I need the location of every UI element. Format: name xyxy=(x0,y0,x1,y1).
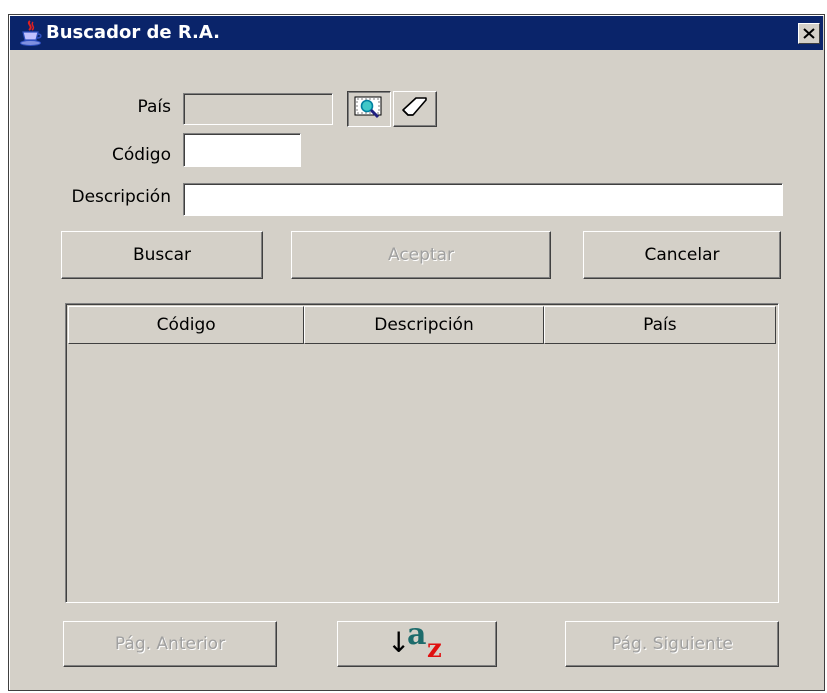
sort-az-icon: ↓ a z xyxy=(385,618,449,665)
dialog-window: Buscador de R.A. País Código Descripción… xyxy=(8,14,825,691)
eraser-icon xyxy=(400,95,430,124)
search-lookup-icon xyxy=(352,94,386,125)
table-header: Código Descripción País xyxy=(68,306,776,344)
column-header-pais[interactable]: País xyxy=(543,306,776,344)
pais-field[interactable] xyxy=(183,93,333,125)
aceptar-button[interactable]: Aceptar xyxy=(291,231,551,279)
sort-letter-a: a xyxy=(407,617,427,652)
descripcion-field[interactable] xyxy=(183,183,783,216)
pais-label: País xyxy=(137,97,172,117)
title-bar[interactable]: Buscador de R.A. xyxy=(10,16,823,50)
close-icon xyxy=(803,24,815,44)
sort-az-button[interactable]: ↓ a z xyxy=(337,618,497,667)
codigo-label: Código xyxy=(112,145,171,165)
java-cup-icon xyxy=(18,19,44,47)
lookup-button[interactable] xyxy=(347,91,391,127)
descripcion-label: Descripción xyxy=(71,187,171,207)
column-header-descripcion[interactable]: Descripción xyxy=(304,306,544,344)
close-button[interactable] xyxy=(798,23,820,44)
buscar-button[interactable]: Buscar xyxy=(61,231,263,279)
cancelar-button[interactable]: Cancelar xyxy=(583,231,781,279)
clear-button[interactable] xyxy=(393,91,437,127)
column-header-codigo[interactable]: Código xyxy=(68,306,305,344)
sort-letter-z: z xyxy=(427,634,442,664)
prev-page-button[interactable]: Pág. Anterior xyxy=(63,621,277,667)
next-page-button[interactable]: Pág. Siguiente xyxy=(565,621,779,667)
results-table[interactable]: Código Descripción País xyxy=(65,303,779,603)
window-title: Buscador de R.A. xyxy=(46,22,220,43)
codigo-field[interactable] xyxy=(183,133,301,167)
